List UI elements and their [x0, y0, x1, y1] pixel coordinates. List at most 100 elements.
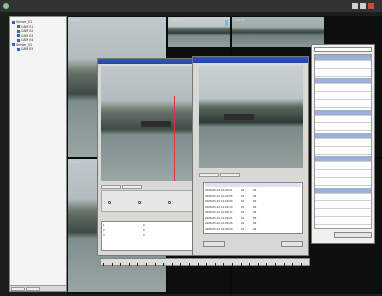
- timeline-tick: [275, 263, 276, 266]
- property-row[interactable]: [315, 211, 371, 217]
- table-cell: 00: [253, 216, 257, 220]
- tree-item[interactable]: Server_02: [12, 43, 32, 47]
- apply-button[interactable]: [334, 232, 372, 238]
- property-row[interactable]: [315, 164, 371, 171]
- tree-item[interactable]: CAM 04: [17, 38, 33, 42]
- table-row[interactable]: 2008-05-01 12:00:25 01 00: [205, 222, 301, 226]
- property-row[interactable]: [315, 195, 371, 202]
- table-cell: 00: [253, 189, 257, 192]
- table-row[interactable]: 20: [103, 229, 198, 233]
- property-row[interactable]: [315, 71, 371, 77]
- table-cell: 2008-05-01 12:00:25: [205, 222, 233, 225]
- property-row[interactable]: [315, 63, 371, 69]
- timeline-tick: [283, 263, 285, 266]
- table-row[interactable]: 2008-05-01 12:00:05 01 00: [205, 195, 301, 199]
- table-cell: 0: [143, 229, 145, 232]
- timeline-tick: [103, 263, 104, 266]
- tab[interactable]: [122, 185, 142, 189]
- event-preview[interactable]: [199, 66, 303, 168]
- tree-item[interactable]: CAM 01: [17, 25, 33, 29]
- table-cell: 00: [253, 227, 257, 231]
- property-list: [314, 54, 372, 229]
- tree-item[interactable]: Server_01: [12, 20, 32, 24]
- camera-select[interactable]: [314, 47, 372, 52]
- timeline-tick: [154, 263, 156, 266]
- table-row[interactable]: 2008-05-01 12:00:21 01 00: [205, 217, 301, 221]
- radio-button[interactable]: [108, 201, 111, 204]
- radio-button[interactable]: [168, 201, 171, 204]
- app-logo-icon: [3, 3, 9, 9]
- table-row[interactable]: 2008-05-01 12:00:01 01 00: [205, 189, 301, 193]
- property-row[interactable]: [315, 219, 371, 225]
- timeline-tick: [232, 263, 233, 266]
- tile-label: CAM 04: [70, 160, 81, 164]
- maximize-icon[interactable]: [360, 3, 366, 9]
- table-row[interactable]: 2008-05-01 12:00:13 01 00: [205, 206, 301, 210]
- property-group-header[interactable]: [315, 78, 371, 85]
- table-cell: 00: [253, 211, 257, 214]
- playhead-line[interactable]: [174, 96, 175, 181]
- table-row[interactable]: 30: [103, 234, 198, 238]
- property-row[interactable]: [315, 94, 371, 100]
- table-cell: 2008-05-01 12:00:13: [205, 205, 233, 209]
- property-group-header[interactable]: [315, 109, 371, 116]
- tree-item[interactable]: CAM 02: [17, 29, 33, 33]
- property-row[interactable]: [315, 149, 371, 155]
- tab[interactable]: [199, 173, 219, 177]
- tile-label: CAM 01: [70, 18, 81, 22]
- timeline-tick: [111, 263, 113, 266]
- close-icon[interactable]: [368, 3, 374, 9]
- channel-table: 102030: [101, 221, 200, 251]
- property-group-header[interactable]: [315, 133, 371, 139]
- tree-item[interactable]: CAM 03: [17, 34, 33, 38]
- property-row[interactable]: [315, 125, 371, 132]
- timeline-tick: [180, 263, 182, 266]
- device-tree-panel: Server_01 CAM 01 CAM 02 CAM 03 CAM 04 Server_…: [9, 16, 67, 292]
- tab[interactable]: [101, 185, 121, 189]
- right-button[interactable]: [281, 241, 303, 247]
- table-cell: 01: [241, 222, 245, 225]
- property-row[interactable]: [315, 102, 371, 108]
- camera-icon: [17, 29, 20, 33]
- table-cell: 01: [241, 216, 245, 220]
- property-row[interactable]: [315, 203, 371, 210]
- radio-button[interactable]: [138, 201, 141, 204]
- video-tile[interactable]: CAM 03: [232, 17, 324, 47]
- property-row[interactable]: [315, 117, 371, 124]
- property-group-header[interactable]: [315, 187, 371, 194]
- table-cell: 01: [241, 211, 245, 214]
- tab[interactable]: [220, 173, 240, 177]
- property-row[interactable]: [315, 172, 371, 178]
- table-cell: 0: [143, 224, 145, 227]
- tree-item[interactable]: CAM 05: [17, 47, 33, 51]
- property-row[interactable]: [315, 141, 371, 147]
- camera-icon: [17, 38, 20, 42]
- table-row[interactable]: 2008-05-01 12:00:29 01 00: [205, 228, 301, 232]
- table-cell: 1: [103, 224, 105, 227]
- sidebar-tab[interactable]: [26, 287, 40, 291]
- property-group-header[interactable]: [315, 156, 371, 163]
- table-cell: 2008-05-01 12:00:17: [205, 211, 233, 214]
- timeline-tick: [146, 263, 147, 266]
- table-row[interactable]: 10: [103, 224, 198, 228]
- property-row[interactable]: [315, 86, 371, 93]
- table-cell: 01: [241, 205, 245, 209]
- table-cell: 00: [253, 222, 257, 225]
- table-cell: 2008-05-01 12:00:21: [205, 216, 233, 220]
- table-row[interactable]: 2008-05-01 12:00:09 01 00: [205, 200, 301, 204]
- sidebar-tab[interactable]: [11, 287, 25, 291]
- table-row[interactable]: 2008-05-01 12:00:17 01 00: [205, 211, 301, 215]
- timeline-tick: [240, 263, 242, 266]
- preview-video[interactable]: [101, 66, 200, 181]
- property-row[interactable]: [315, 180, 371, 186]
- property-group-header[interactable]: [315, 55, 371, 61]
- video-tile[interactable]: CAM 02: [168, 17, 230, 47]
- tree-item-label: CAM 04: [21, 38, 34, 42]
- left-button[interactable]: [203, 241, 225, 247]
- timeline-tick: [292, 263, 294, 266]
- minimize-icon[interactable]: [352, 3, 358, 9]
- timeline-tick: [300, 263, 302, 266]
- tree-item-label: Server_01: [16, 20, 33, 24]
- server-icon: [12, 43, 15, 46]
- timeline[interactable]: [100, 258, 310, 266]
